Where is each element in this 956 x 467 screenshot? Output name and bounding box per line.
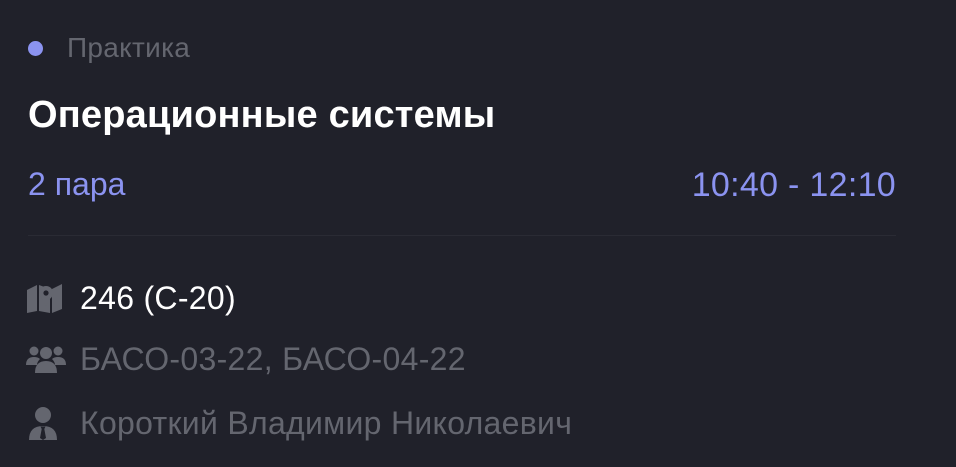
groups-text: БАСО-03-22, БАСО-04-22: [80, 340, 466, 377]
lesson-type-dot: [28, 40, 43, 56]
groups-row: БАСО-03-22, БАСО-04-22: [26, 339, 466, 379]
teacher-row: Короткий Владимир Николаевич: [26, 403, 572, 443]
pair-number: 2 пара: [28, 166, 126, 202]
room-row: 246 (С-20): [26, 278, 236, 318]
users-icon: [26, 339, 66, 379]
lesson-type-label: Практика: [67, 32, 191, 63]
divider: [28, 235, 896, 236]
lesson-type-row: Практика: [28, 30, 190, 66]
teacher-text: Короткий Владимир Николаевич: [80, 404, 573, 441]
lesson-card[interactable]: Практика Операционные системы 2 пара 10:…: [0, 0, 956, 467]
time-range: 10:40 - 12:10: [691, 166, 896, 204]
lesson-title: Операционные системы: [28, 94, 496, 136]
room-text: 246 (С-20): [80, 279, 236, 316]
map-icon: [26, 278, 66, 318]
user-tie-icon: [26, 403, 66, 443]
